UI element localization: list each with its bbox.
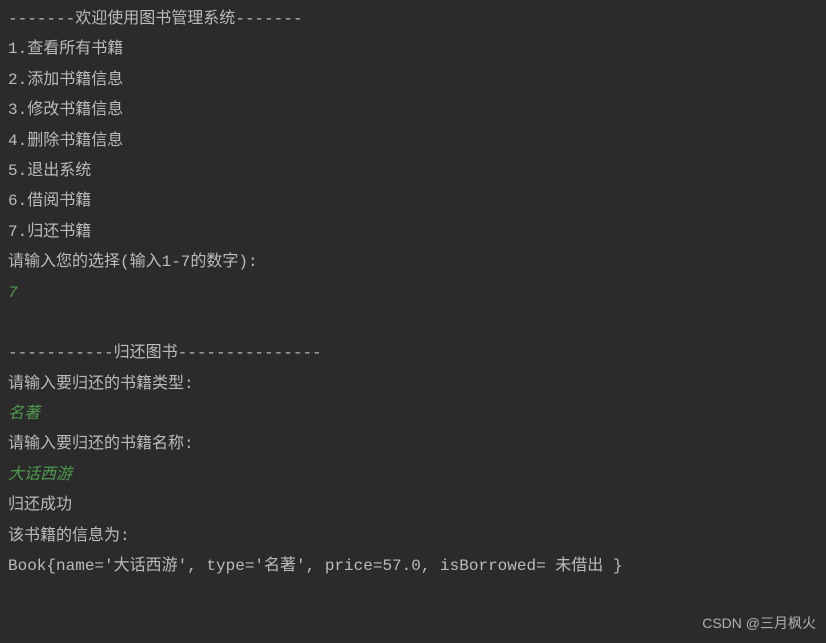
console-output-line: 归还成功: [8, 490, 818, 520]
console-output-line: 6.借阅书籍: [8, 186, 818, 216]
watermark: CSDN @三月枫火: [702, 610, 816, 637]
console-output-line: -----------归还图书---------------: [8, 338, 818, 368]
console-output: -------欢迎使用图书管理系统-------1.查看所有书籍2.添加书籍信息…: [8, 4, 818, 581]
console-output-line: 5.退出系统: [8, 156, 818, 186]
console-output-line: [8, 308, 818, 338]
console-output-line: Book{name='大话西游', type='名著', price=57.0,…: [8, 551, 818, 581]
console-input-line: 7: [8, 278, 818, 308]
console-input-line: 名著: [8, 399, 818, 429]
console-output-line: 请输入要归还的书籍类型:: [8, 369, 818, 399]
console-output-line: -------欢迎使用图书管理系统-------: [8, 4, 818, 34]
console-output-line: 7.归还书籍: [8, 217, 818, 247]
console-output-line: 请输入您的选择(输入1-7的数字):: [8, 247, 818, 277]
console-output-line: 4.删除书籍信息: [8, 126, 818, 156]
console-output-line: 1.查看所有书籍: [8, 34, 818, 64]
console-output-line: 2.添加书籍信息: [8, 65, 818, 95]
console-input-line: 大话西游: [8, 460, 818, 490]
console-output-line: 请输入要归还的书籍名称:: [8, 429, 818, 459]
console-output-line: 该书籍的信息为:: [8, 521, 818, 551]
console-output-line: 3.修改书籍信息: [8, 95, 818, 125]
